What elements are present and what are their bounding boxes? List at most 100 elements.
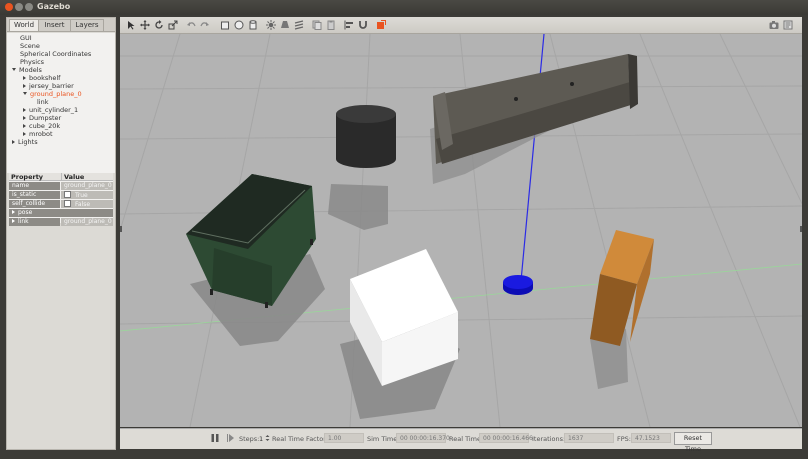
- expand-right-icon[interactable]: [23, 108, 26, 112]
- value-header: Value: [61, 173, 113, 181]
- fps-label: FPS:: [617, 435, 631, 443]
- close-window-icon[interactable]: [5, 3, 13, 11]
- property-group-pose[interactable]: pose: [9, 209, 113, 217]
- screenshot-icon[interactable]: [769, 20, 779, 30]
- box-icon[interactable]: [220, 20, 230, 30]
- tree-item-bookshelf[interactable]: bookshelf: [23, 74, 60, 82]
- tree-item-mrobot-label: mrobot: [29, 130, 53, 138]
- minimize-window-icon[interactable]: [15, 3, 23, 11]
- self-collide-value: False: [75, 201, 91, 208]
- expand-right-icon[interactable]: [12, 140, 15, 144]
- window-title: Gazebo: [37, 2, 71, 11]
- tree-item-bookshelf-label: bookshelf: [29, 74, 61, 82]
- tree-item-dumpster[interactable]: Dumpster: [23, 114, 61, 122]
- change-view-icon[interactable]: [376, 20, 386, 30]
- reset-time-button[interactable]: Reset Time: [674, 432, 712, 453]
- tree-item-mrobot[interactable]: mrobot: [23, 130, 53, 138]
- 3d-viewport[interactable]: [120, 34, 802, 427]
- redo-icon[interactable]: [200, 20, 210, 30]
- expand-right-icon[interactable]: [23, 76, 26, 80]
- undo-icon[interactable]: [186, 20, 196, 30]
- property-key-name: name: [9, 182, 60, 190]
- tree-item-scene[interactable]: Scene: [20, 42, 40, 50]
- tree-item-cube[interactable]: cube_20k: [23, 122, 60, 130]
- right-splitter-handle[interactable]: [800, 226, 802, 232]
- step-icon[interactable]: [227, 433, 235, 443]
- tab-layers[interactable]: Layers: [70, 19, 104, 31]
- paste-icon[interactable]: [326, 20, 336, 30]
- sim-time-label: Sim Time:: [367, 435, 400, 443]
- property-table: Property Value name ground_plane_0 is_st…: [9, 173, 113, 226]
- world-tree: GUI Scene Spherical Coordinates Physics …: [7, 33, 115, 173]
- tab-world[interactable]: World: [9, 19, 39, 31]
- tree-item-models-label: Models: [19, 66, 42, 74]
- expand-right-icon[interactable]: [12, 210, 15, 214]
- tree-item-unit-cylinder-label: unit_cylinder_1: [29, 106, 79, 114]
- tab-insert[interactable]: Insert: [38, 19, 71, 31]
- expand-right-icon[interactable]: [23, 132, 26, 136]
- tree-item-cube-label: cube_20k: [29, 122, 61, 130]
- property-key-is-static: is_static: [9, 191, 60, 199]
- property-value-link: ground_plane_0: [61, 218, 113, 226]
- rtf-value: 1.00: [324, 433, 364, 443]
- property-group-pose-label: pose: [18, 209, 33, 216]
- tree-item-ground-plane[interactable]: ground_plane_0: [23, 90, 82, 98]
- property-value-is-static[interactable]: True: [61, 191, 113, 199]
- iterations-label: Iterations:: [532, 435, 566, 443]
- pause-icon[interactable]: [211, 433, 219, 443]
- align-icon[interactable]: [344, 20, 354, 30]
- window-titlebar: Gazebo: [0, 0, 808, 15]
- cylinder-icon[interactable]: [248, 20, 258, 30]
- translate-icon[interactable]: [140, 20, 150, 30]
- time-panel: Steps: 1 Real Time Factor: 1.00 Sim Time…: [120, 428, 802, 453]
- tree-item-lights-label: Lights: [18, 138, 38, 146]
- steps-label: Steps:: [239, 435, 260, 443]
- fps-value: 47.1523: [631, 433, 671, 443]
- rtf-label: Real Time Factor:: [272, 435, 329, 443]
- tree-item-ground-plane-label: ground_plane_0: [30, 90, 82, 98]
- sphere-icon[interactable]: [234, 20, 244, 30]
- expand-right-icon[interactable]: [12, 219, 15, 223]
- tree-item-dumpster-label: Dumpster: [29, 114, 62, 122]
- spot-light-icon[interactable]: [280, 20, 290, 30]
- tree-item-gui[interactable]: GUI: [20, 34, 32, 42]
- steps-value[interactable]: 1: [259, 434, 263, 444]
- tree-item-link[interactable]: link: [37, 98, 49, 106]
- tree-item-models[interactable]: Models: [12, 66, 42, 74]
- rotate-icon[interactable]: [154, 20, 164, 30]
- copy-icon[interactable]: [312, 20, 322, 30]
- is-static-checkbox[interactable]: [64, 191, 71, 198]
- scene-render[interactable]: [120, 34, 802, 427]
- tree-item-jersey-barrier[interactable]: jersey_barrier: [23, 82, 74, 90]
- tree-item-spherical-coordinates[interactable]: Spherical Coordinates: [20, 50, 91, 58]
- property-value-name[interactable]: ground_plane_0: [61, 182, 113, 190]
- expand-right-icon[interactable]: [23, 116, 26, 120]
- log-icon[interactable]: [783, 20, 793, 30]
- select-arrow-icon[interactable]: [126, 20, 136, 30]
- directional-light-icon[interactable]: [294, 20, 304, 30]
- snap-icon[interactable]: [358, 20, 368, 30]
- maximize-window-icon[interactable]: [25, 3, 33, 11]
- scale-icon[interactable]: [168, 20, 178, 30]
- sim-time-value: 00 00:00:16.370: [396, 433, 450, 443]
- mrobot[interactable]: [503, 275, 533, 295]
- tree-item-lights[interactable]: Lights: [12, 138, 38, 146]
- is-static-value: True: [75, 192, 88, 199]
- expand-down-icon[interactable]: [12, 68, 16, 71]
- property-value-self-collide[interactable]: False: [61, 200, 113, 208]
- left-splitter-handle[interactable]: [120, 226, 122, 232]
- tree-item-unit-cylinder[interactable]: unit_cylinder_1: [23, 106, 78, 114]
- point-light-icon[interactable]: [266, 20, 276, 30]
- expand-down-icon[interactable]: [23, 92, 27, 95]
- expand-right-icon[interactable]: [23, 124, 26, 128]
- property-group-link-label: link: [18, 218, 29, 225]
- self-collide-checkbox[interactable]: [64, 200, 71, 207]
- expand-right-icon[interactable]: [23, 84, 26, 88]
- tree-item-jersey-barrier-label: jersey_barrier: [29, 82, 74, 90]
- tree-item-physics[interactable]: Physics: [20, 58, 44, 66]
- property-header: Property: [9, 173, 61, 181]
- property-group-link[interactable]: link: [9, 218, 60, 226]
- unit-cylinder-top: [336, 105, 396, 123]
- left-panel: World Insert Layers GUI Scene Spherical …: [6, 17, 116, 450]
- steps-stepper-icon[interactable]: [265, 434, 270, 442]
